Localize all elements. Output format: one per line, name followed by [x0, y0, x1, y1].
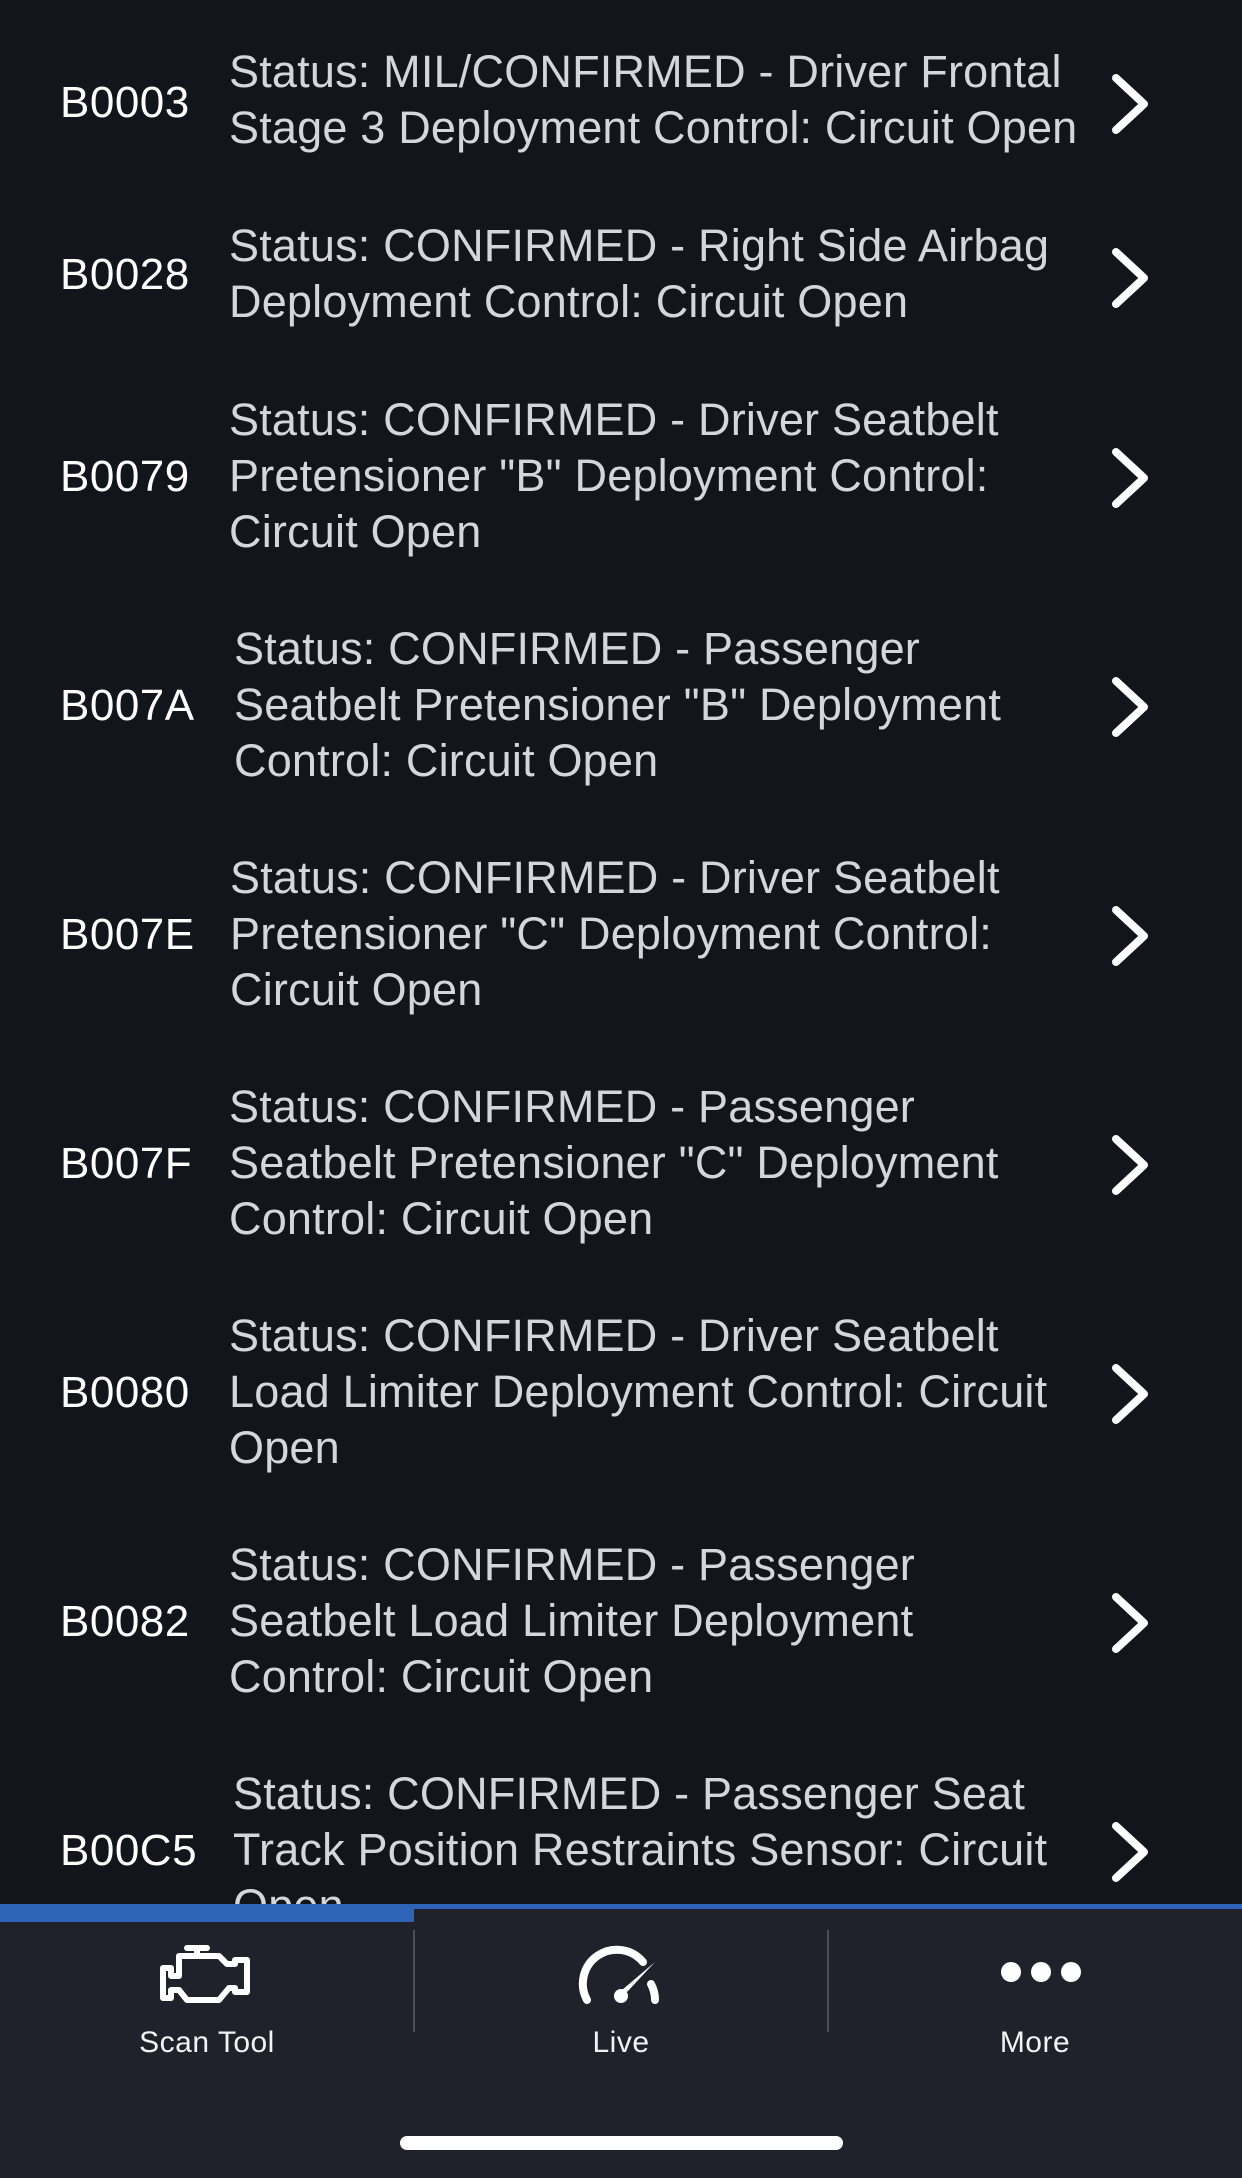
- dtc-description-line: Pretensioner "C" Deployment Control:: [230, 908, 992, 959]
- dtc-list: B0003 Status: MIL/CONFIRMED - Driver Fro…: [0, 0, 1242, 1904]
- dtc-description: Status: CONFIRMED - Passenger Seatbelt P…: [229, 1079, 1089, 1247]
- dtc-code: B0080: [60, 1368, 190, 1417]
- dtc-row-b0079[interactable]: B0079 Status: CONFIRMED - Driver Seatbel…: [0, 392, 1242, 562]
- dtc-code: B00C5: [60, 1826, 198, 1875]
- dtc-description-line: Status: CONFIRMED - Driver Seatbelt: [230, 852, 1000, 903]
- dtc-code: B007F: [60, 1139, 193, 1188]
- chevron-right-icon: [1108, 675, 1152, 739]
- tab-indicator-selected: [0, 1904, 414, 1922]
- tab-live[interactable]: Live: [414, 1924, 828, 2074]
- dtc-description-line: Status: CONFIRMED - Passenger Seat: [233, 1768, 1026, 1819]
- dtc-description-line: Status: MIL/CONFIRMED - Driver Frontal: [229, 46, 1062, 97]
- dtc-row-b007a[interactable]: B007A Status: CONFIRMED - Passenger Seat…: [0, 621, 1242, 791]
- dtc-row-b0082[interactable]: B0082 Status: CONFIRMED - Passenger Seat…: [0, 1537, 1242, 1707]
- dtc-description-line: Open: [229, 1422, 340, 1473]
- chevron-right-icon: [1108, 1362, 1152, 1426]
- dtc-row-b007f[interactable]: B007F Status: CONFIRMED - Passenger Seat…: [0, 1079, 1242, 1249]
- dtc-description: Status: CONFIRMED - Driver Seatbelt Load…: [229, 1308, 1089, 1476]
- dtc-description-line: Deployment Control: Circuit Open: [229, 276, 909, 327]
- dtc-row-b00c5[interactable]: B00C5 Status: CONFIRMED - Passenger Seat…: [0, 1766, 1242, 1904]
- dtc-description-line: Status: CONFIRMED - Passenger: [229, 1539, 915, 1590]
- tab-label: Live: [592, 2026, 650, 2059]
- dtc-description-line: Status: CONFIRMED - Driver Seatbelt: [229, 394, 999, 445]
- chevron-right-icon: [1108, 904, 1152, 968]
- dtc-description: Status: CONFIRMED - Driver Seatbelt Pret…: [229, 392, 1089, 560]
- tab-scan-tool[interactable]: Scan Tool: [0, 1924, 414, 2074]
- dtc-description: Status: MIL/CONFIRMED - Driver Frontal S…: [229, 44, 1089, 156]
- dtc-code: B0079: [60, 452, 190, 501]
- dtc-description-line: Seatbelt Load Limiter Deployment: [229, 1595, 914, 1646]
- dtc-row-b0028[interactable]: B0028 Status: CONFIRMED - Right Side Air…: [0, 218, 1242, 338]
- dtc-code: B0082: [60, 1597, 190, 1646]
- dtc-description-line: Open: [233, 1878, 1093, 1904]
- dtc-description-line: Status: CONFIRMED - Right Side Airbag: [229, 220, 1050, 271]
- dtc-code: B007A: [60, 681, 195, 730]
- chevron-right-icon: [1108, 446, 1152, 510]
- chevron-right-icon: [1108, 1591, 1152, 1655]
- chevron-right-icon: [1108, 1133, 1152, 1197]
- dtc-description: Status: CONFIRMED - Passenger Seatbelt P…: [234, 621, 1094, 789]
- dtc-code: B0003: [60, 78, 190, 127]
- more-dots-icon: [1001, 1962, 1081, 1982]
- dtc-description-line: Stage 3 Deployment Control: Circuit Open: [229, 102, 1078, 153]
- dtc-description: Status: CONFIRMED - Right Side Airbag De…: [229, 218, 1089, 330]
- dtc-description-line: Status: CONFIRMED - Driver Seatbelt: [229, 1310, 999, 1361]
- dtc-description-line: Status: CONFIRMED - Passenger: [229, 1081, 915, 1132]
- speedometer-icon: [578, 1945, 659, 2004]
- dtc-description-line: Seatbelt Pretensioner "B" Deployment: [234, 679, 1002, 730]
- dtc-description-line: Status: CONFIRMED - Passenger: [234, 623, 920, 674]
- dtc-description-line: Control: Circuit Open: [229, 1193, 654, 1244]
- screen: B0003 Status: MIL/CONFIRMED - Driver Fro…: [0, 0, 1242, 2178]
- dtc-row-b007e[interactable]: B007E Status: CONFIRMED - Driver Seatbel…: [0, 850, 1242, 1020]
- dtc-description-line: Control: Circuit Open: [229, 1651, 654, 1702]
- tab-label: More: [999, 2026, 1071, 2059]
- dtc-description-line: Circuit Open: [229, 506, 482, 557]
- dtc-description-line: Load Limiter Deployment Control: Circuit: [229, 1366, 1048, 1417]
- dtc-description-line: Track Position Restraints Sensor: Circui…: [233, 1824, 1048, 1875]
- dtc-description-line: Seatbelt Pretensioner "C" Deployment: [229, 1137, 999, 1188]
- dtc-description-line: Control: Circuit Open: [234, 735, 659, 786]
- dtc-row-b0003[interactable]: B0003 Status: MIL/CONFIRMED - Driver Fro…: [0, 44, 1242, 164]
- dtc-code: B007E: [60, 910, 195, 959]
- chevron-right-icon: [1108, 1820, 1152, 1884]
- home-indicator[interactable]: [400, 2136, 843, 2150]
- dtc-description-line: Pretensioner "B" Deployment Control:: [229, 450, 989, 501]
- tab-more[interactable]: More: [828, 1924, 1242, 2074]
- engine-icon: [160, 1945, 250, 2003]
- tab-label: Scan Tool: [139, 2026, 275, 2059]
- chevron-right-icon: [1108, 246, 1152, 310]
- dtc-description-line: Circuit Open: [230, 964, 483, 1015]
- dtc-description: Status: CONFIRMED - Passenger Seatbelt L…: [229, 1537, 1089, 1705]
- dtc-description: Status: CONFIRMED - Passenger Seat Track…: [233, 1766, 1093, 1904]
- chevron-right-icon: [1108, 72, 1152, 136]
- dtc-code: B0028: [60, 250, 190, 299]
- dtc-row-b0080[interactable]: B0080 Status: CONFIRMED - Driver Seatbel…: [0, 1308, 1242, 1478]
- dtc-description: Status: CONFIRMED - Driver Seatbelt Pret…: [230, 850, 1090, 1018]
